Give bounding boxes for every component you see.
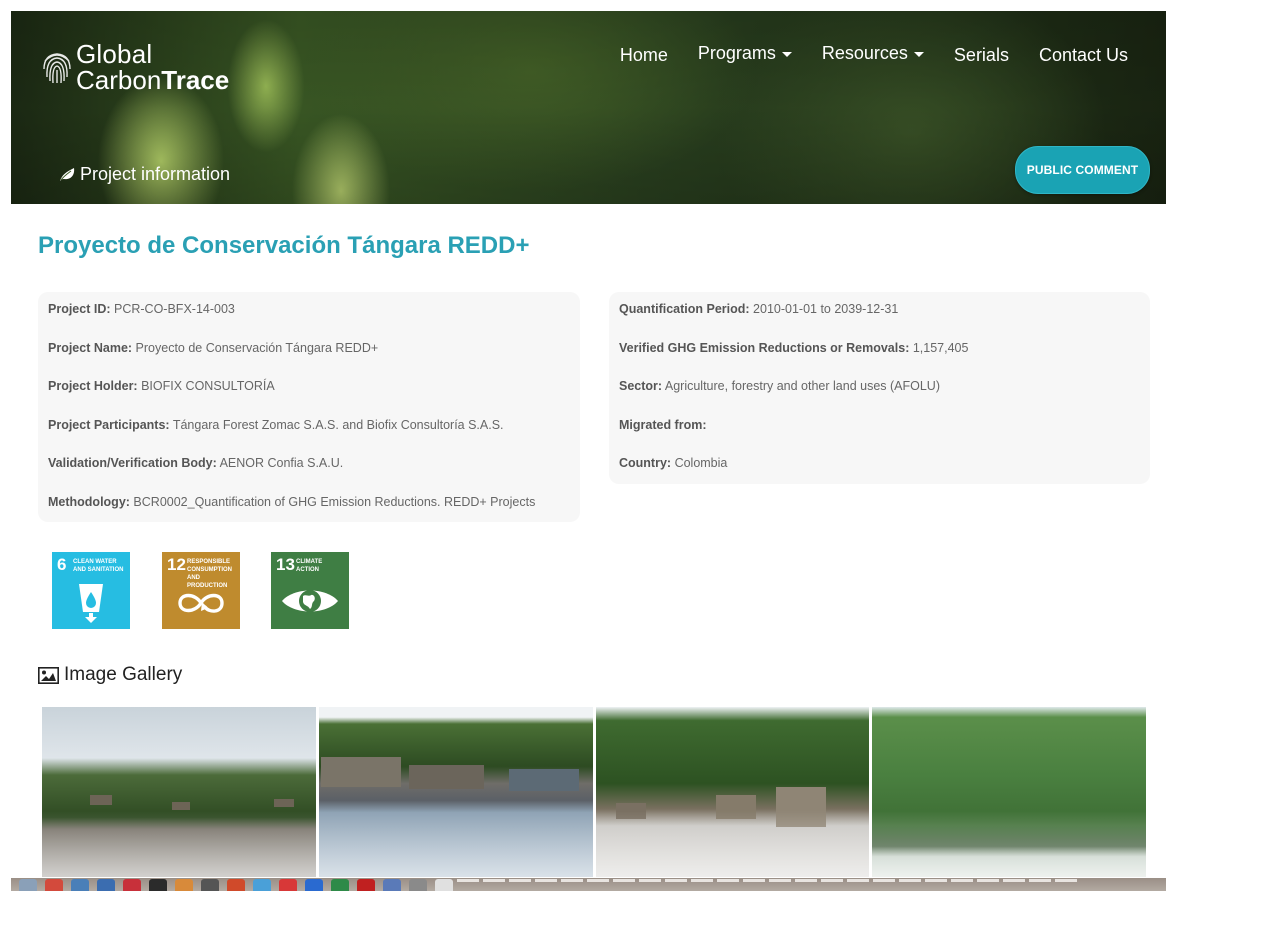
section-label: Project information bbox=[58, 164, 230, 185]
page-title: Proyecto de Conservación Tángara REDD+ bbox=[38, 232, 530, 259]
taskbar-app-icon[interactable] bbox=[357, 879, 375, 891]
sdg-6-badge[interactable]: 6 CLEAN WATER AND SANITATION bbox=[52, 552, 130, 629]
image-gallery bbox=[42, 707, 1146, 877]
taskbar-app-icon[interactable] bbox=[435, 879, 453, 891]
field-project-participants: Project Participants: Tángara Forest Zom… bbox=[48, 417, 504, 432]
nav-serials[interactable]: Serials bbox=[954, 45, 1009, 66]
sdg-caption: RESPONSIBLE CONSUMPTION AND PRODUCTION bbox=[187, 559, 232, 589]
sdg-number: 13 bbox=[276, 555, 295, 574]
caret-down-icon bbox=[781, 52, 792, 57]
sdg-13-badge[interactable]: 13 CLIMATE ACTION bbox=[271, 552, 349, 629]
nav-contact-us[interactable]: Contact Us bbox=[1039, 45, 1128, 66]
taskbar-app-icon[interactable] bbox=[175, 879, 193, 891]
sdg-caption: CLIMATE ACTION bbox=[296, 559, 323, 573]
nav-programs[interactable]: Programs bbox=[698, 41, 792, 66]
taskbar-app-icon[interactable] bbox=[253, 879, 271, 891]
taskbar-app-icon[interactable] bbox=[305, 879, 323, 891]
picture-icon bbox=[38, 666, 59, 684]
sdg-number: 6 bbox=[57, 555, 67, 574]
taskbar-app-icon[interactable] bbox=[123, 879, 141, 891]
field-migrated-from: Migrated from: bbox=[619, 417, 707, 432]
project-details-card: Project ID: PCR-CO-BFX-14-003 Project Na… bbox=[38, 292, 580, 522]
quantification-card: Quantification Period: 2010-01-01 to 203… bbox=[609, 292, 1150, 484]
taskbar-app-icon[interactable] bbox=[149, 879, 167, 891]
taskbar-app-icon[interactable] bbox=[201, 879, 219, 891]
taskbar-app-icon[interactable] bbox=[19, 879, 37, 891]
os-taskbar bbox=[11, 878, 1166, 891]
field-project-name: Project Name: Proyecto de Conservación T… bbox=[48, 340, 379, 355]
gallery-photo-4[interactable] bbox=[872, 707, 1146, 877]
infinity-icon bbox=[178, 593, 224, 613]
field-verified-reductions: Verified GHG Emission Reductions or Remo… bbox=[619, 340, 969, 355]
taskbar-app-icon[interactable] bbox=[331, 879, 349, 891]
sdg-number: 12 bbox=[167, 555, 186, 574]
browser-viewport: Global CarbonTrace Home Programs Resourc… bbox=[11, 11, 1166, 891]
taskbar-app-icon[interactable] bbox=[227, 879, 245, 891]
field-country: Country: Colombia bbox=[619, 456, 728, 471]
taskbar-app-icon[interactable] bbox=[279, 879, 297, 891]
taskbar-app-icon[interactable] bbox=[45, 879, 63, 891]
taskbar-app-icon[interactable] bbox=[71, 879, 89, 891]
taskbar-app-icon[interactable] bbox=[383, 879, 401, 891]
field-sector: Sector: Agriculture, forestry and other … bbox=[619, 379, 940, 394]
eye-globe-icon bbox=[282, 590, 338, 612]
taskbar-app-icon[interactable] bbox=[409, 879, 427, 891]
leaf-icon bbox=[60, 168, 75, 181]
sdg-12-badge[interactable]: 12 RESPONSIBLE CONSUMPTION AND PRODUCTIO… bbox=[162, 552, 240, 629]
hero-banner: Global CarbonTrace Home Programs Resourc… bbox=[11, 11, 1166, 204]
water-drop-icon bbox=[79, 584, 103, 623]
field-quantification-period: Quantification Period: 2010-01-01 to 203… bbox=[619, 302, 899, 316]
gallery-title-text: Image Gallery bbox=[64, 664, 183, 685]
sdg-caption: CLEAN WATER AND SANITATION bbox=[73, 559, 124, 573]
taskbar-app-icon[interactable] bbox=[97, 879, 115, 891]
section-label-text: Project information bbox=[80, 164, 231, 184]
gallery-photo-1[interactable] bbox=[42, 707, 316, 877]
logo-text-carbon-trace: CarbonTrace bbox=[76, 65, 230, 95]
public-comment-button[interactable]: PUBLIC COMMENT bbox=[1015, 146, 1150, 194]
gallery-photo-2[interactable] bbox=[318, 707, 593, 877]
nav-home[interactable]: Home bbox=[620, 45, 668, 66]
site-logo[interactable]: Global CarbonTrace bbox=[41, 39, 229, 95]
nav-resources[interactable]: Resources bbox=[822, 41, 924, 66]
field-project-id: Project ID: PCR-CO-BFX-14-003 bbox=[48, 302, 235, 316]
caret-down-icon bbox=[913, 52, 924, 57]
main-nav: Home Programs Resources Serials Contact … bbox=[590, 43, 1128, 66]
fingerprint-icon bbox=[43, 53, 71, 84]
field-verification-body: Validation/Verification Body: AENOR Conf… bbox=[48, 456, 344, 471]
field-methodology: Methodology: BCR0002_Quantification of G… bbox=[48, 494, 536, 509]
gallery-heading: Image Gallery bbox=[38, 664, 182, 686]
gallery-photo-3[interactable] bbox=[595, 707, 870, 877]
field-project-holder: Project Holder: BIOFIX CONSULTORÍA bbox=[48, 379, 275, 394]
